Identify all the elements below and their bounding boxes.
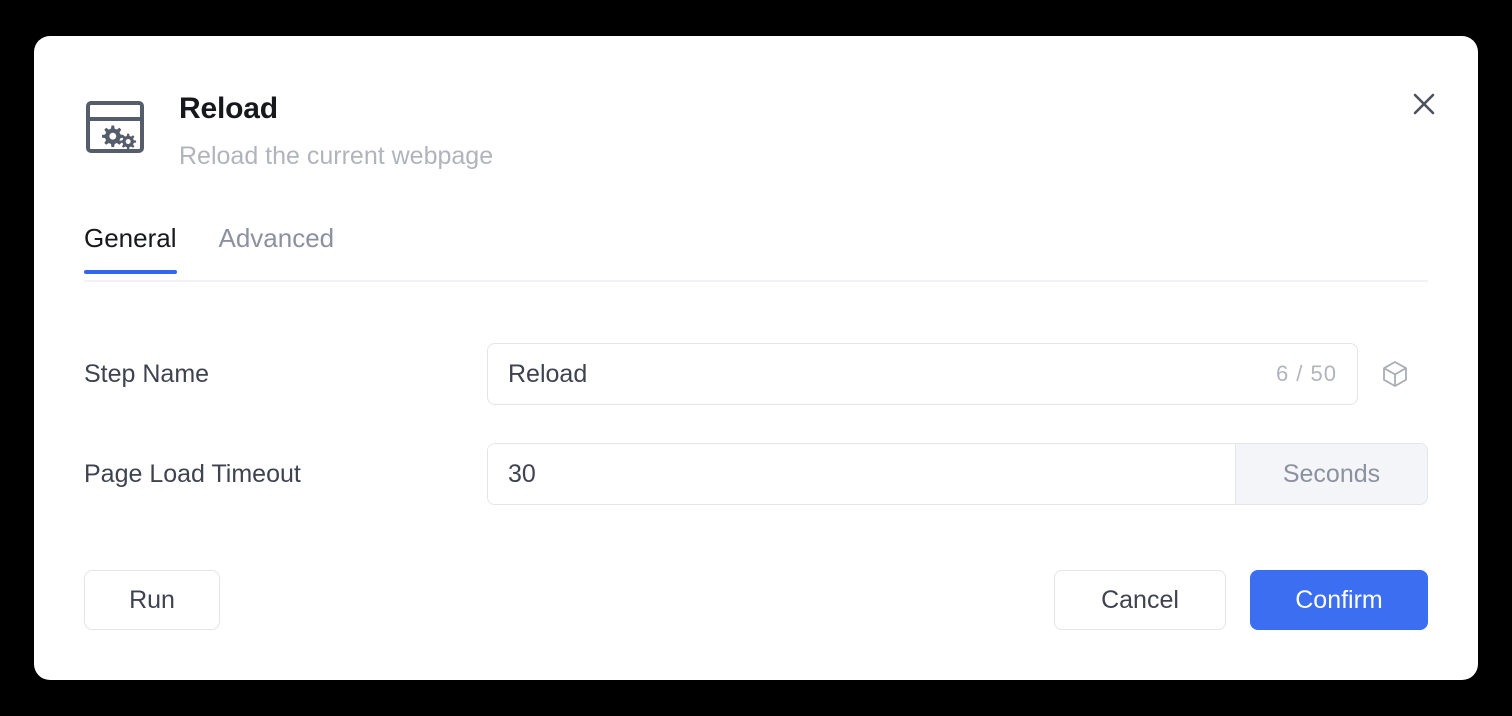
modal-backdrop: Reload Reload the current webpage Genera… bbox=[0, 0, 1512, 716]
step-name-counter: 6 / 50 bbox=[1275, 361, 1337, 386]
run-button[interactable]: Run bbox=[84, 570, 220, 630]
step-name-field-wrap: Reload 6 / 50 bbox=[487, 343, 1428, 405]
step-name-input[interactable]: Reload 6 / 50 bbox=[487, 343, 1358, 405]
step-name-label: Step Name bbox=[84, 359, 210, 388]
footer-actions: Cancel Confirm bbox=[1054, 570, 1428, 630]
cube-icon[interactable] bbox=[1380, 359, 1410, 389]
page-load-timeout-group: 30 Seconds bbox=[487, 443, 1428, 505]
step-name-row: Step Name Reload 6 / 50 bbox=[84, 324, 1428, 424]
close-button[interactable] bbox=[1404, 84, 1444, 124]
dialog-header: Reload Reload the current webpage bbox=[34, 36, 1478, 186]
page-load-timeout-row: Page Load Timeout 30 Seconds bbox=[84, 424, 1428, 524]
reload-step-dialog: Reload Reload the current webpage Genera… bbox=[34, 36, 1478, 680]
dialog-subtitle: Reload the current webpage bbox=[179, 142, 494, 170]
close-icon bbox=[1411, 91, 1437, 117]
confirm-button[interactable]: Confirm bbox=[1250, 570, 1428, 630]
page-load-timeout-input[interactable]: 30 bbox=[488, 444, 1235, 504]
browser-settings-icon bbox=[84, 96, 146, 158]
page-load-timeout-label: Page Load Timeout bbox=[84, 459, 301, 488]
page-load-timeout-field-wrap: 30 Seconds bbox=[487, 443, 1428, 505]
page-load-timeout-unit[interactable]: Seconds bbox=[1235, 444, 1427, 504]
step-name-value: Reload bbox=[508, 359, 588, 388]
tab-bar: General Advanced bbox=[84, 216, 1428, 282]
dialog-title: Reload bbox=[179, 92, 278, 125]
tab-divider bbox=[84, 280, 1428, 282]
tab-general[interactable]: General bbox=[84, 222, 177, 274]
tab-advanced[interactable]: Advanced bbox=[219, 222, 335, 274]
cancel-button[interactable]: Cancel bbox=[1054, 570, 1226, 630]
settings-form: Step Name Reload 6 / 50 Page Load Timeou… bbox=[84, 324, 1428, 524]
dialog-footer: Run Cancel Confirm bbox=[84, 570, 1428, 630]
